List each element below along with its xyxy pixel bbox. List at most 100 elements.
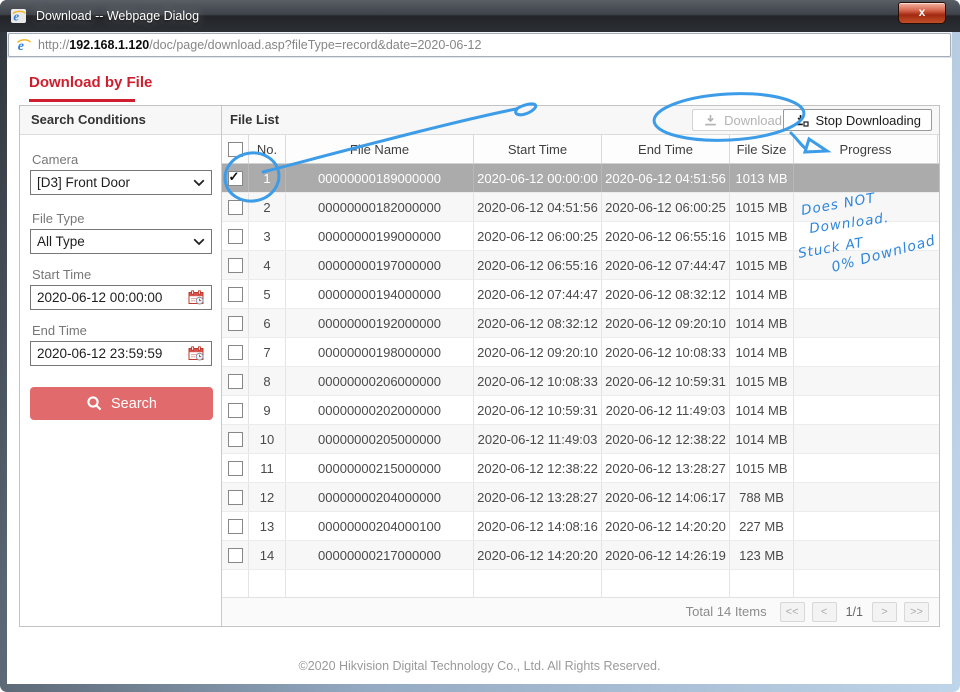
row-checkbox-cell[interactable]: [222, 280, 249, 308]
cell-file-size: 227 MB: [730, 512, 794, 540]
row-checkbox[interactable]: [228, 258, 243, 273]
empty-cell: [249, 570, 286, 597]
row-checkbox-cell[interactable]: [222, 541, 249, 569]
table-row[interactable]: 10000000002050000002020-06-12 11:49:0320…: [222, 425, 939, 454]
row-checkbox[interactable]: [228, 200, 243, 215]
row-checkbox[interactable]: [228, 519, 243, 534]
camera-select[interactable]: [D3] Front Door: [30, 170, 212, 195]
first-page-button[interactable]: <<: [780, 602, 805, 622]
row-checkbox-cell[interactable]: [222, 483, 249, 511]
select-all-cell[interactable]: [222, 135, 249, 163]
cell-start-time: 2020-06-12 14:08:16: [474, 512, 602, 540]
stop-downloading-button[interactable]: Stop Downloading: [783, 109, 932, 131]
row-checkbox[interactable]: [228, 374, 243, 389]
cell-progress: [794, 396, 938, 424]
cell-start-time: 2020-06-12 14:20:20: [474, 541, 602, 569]
row-checkbox-cell[interactable]: [222, 164, 249, 192]
row-checkbox-cell[interactable]: [222, 396, 249, 424]
cell-start-time: 2020-06-12 07:44:47: [474, 280, 602, 308]
row-checkbox[interactable]: [228, 548, 243, 563]
start-time-input[interactable]: 2020-06-12 00:00:00: [30, 285, 212, 310]
cell-progress: [794, 309, 938, 337]
url-path: /doc/page/download.asp?fileType=record&d…: [149, 38, 481, 52]
cell-progress: [794, 251, 938, 279]
table-row[interactable]: 14000000002170000002020-06-12 14:20:2020…: [222, 541, 939, 570]
table-row[interactable]: 7000000001980000002020-06-12 09:20:10202…: [222, 338, 939, 367]
start-time-label: Start Time: [32, 267, 91, 282]
file-table-body: 1000000001890000002020-06-12 00:00:00202…: [222, 164, 939, 598]
search-button[interactable]: Search: [30, 387, 213, 420]
table-row[interactable]: 11000000002150000002020-06-12 12:38:2220…: [222, 454, 939, 483]
last-page-button[interactable]: >>: [904, 602, 929, 622]
stop-downloading-icon: [794, 114, 809, 127]
cell-file-size: 1014 MB: [730, 338, 794, 366]
cell-start-time: 2020-06-12 12:38:22: [474, 454, 602, 482]
table-row[interactable]: 12000000002040000002020-06-12 13:28:2720…: [222, 483, 939, 512]
chevron-down-icon: [193, 179, 205, 187]
table-row[interactable]: 1000000001890000002020-06-12 00:00:00202…: [222, 164, 939, 193]
tab-download-by-file[interactable]: Download by File: [29, 74, 152, 91]
row-checkbox[interactable]: [228, 461, 243, 476]
row-checkbox[interactable]: [228, 229, 243, 244]
end-time-input[interactable]: 2020-06-12 23:59:59: [30, 341, 212, 366]
address-bar[interactable]: e http://192.168.1.120/doc/page/download…: [8, 33, 951, 57]
empty-cell: [286, 570, 474, 597]
search-conditions-title: Search Conditions: [31, 112, 146, 127]
select-all-checkbox[interactable]: [228, 142, 243, 157]
row-checkbox-cell[interactable]: [222, 425, 249, 453]
row-checkbox[interactable]: [228, 345, 243, 360]
row-checkbox-cell[interactable]: [222, 222, 249, 250]
row-checkbox[interactable]: [228, 432, 243, 447]
table-row[interactable]: 6000000001920000002020-06-12 08:32:12202…: [222, 309, 939, 338]
url-prefix: http://: [38, 38, 69, 52]
table-row[interactable]: 13000000002040001002020-06-12 14:08:1620…: [222, 512, 939, 541]
cell-no: 14: [249, 541, 286, 569]
calendar-icon[interactable]: [188, 290, 205, 305]
row-checkbox-cell[interactable]: [222, 309, 249, 337]
row-checkbox[interactable]: [228, 171, 243, 186]
cell-no: 6: [249, 309, 286, 337]
next-page-button[interactable]: >: [872, 602, 897, 622]
download-button-label: Download: [724, 113, 782, 128]
cell-file-size: 1015 MB: [730, 222, 794, 250]
row-checkbox-cell[interactable]: [222, 367, 249, 395]
cell-end-time: 2020-06-12 04:51:56: [602, 164, 730, 192]
window-title: Download -- Webpage Dialog: [36, 9, 199, 23]
table-row[interactable]: 8000000002060000002020-06-12 10:08:33202…: [222, 367, 939, 396]
table-row[interactable]: 4000000001970000002020-06-12 06:55:16202…: [222, 251, 939, 280]
download-button[interactable]: Download: [692, 109, 793, 131]
table-row[interactable]: 3000000001990000002020-06-12 06:00:25202…: [222, 222, 939, 251]
cell-progress: [794, 164, 938, 192]
calendar-icon[interactable]: [188, 346, 205, 361]
ie-url-icon: e: [16, 37, 32, 53]
cell-file-name: 00000000217000000: [286, 541, 474, 569]
row-checkbox-cell[interactable]: [222, 454, 249, 482]
cell-file-size: 1013 MB: [730, 164, 794, 192]
table-row[interactable]: 9000000002020000002020-06-12 10:59:31202…: [222, 396, 939, 425]
cell-no: 9: [249, 396, 286, 424]
table-row[interactable]: 5000000001940000002020-06-12 07:44:47202…: [222, 280, 939, 309]
row-checkbox[interactable]: [228, 287, 243, 302]
row-checkbox[interactable]: [228, 316, 243, 331]
cell-no: 2: [249, 193, 286, 221]
cell-end-time: 2020-06-12 06:00:25: [602, 193, 730, 221]
row-checkbox-cell[interactable]: [222, 338, 249, 366]
row-checkbox-cell[interactable]: [222, 193, 249, 221]
cell-no: 11: [249, 454, 286, 482]
file-type-select[interactable]: All Type: [30, 229, 212, 254]
row-checkbox-cell[interactable]: [222, 251, 249, 279]
row-checkbox-cell[interactable]: [222, 512, 249, 540]
row-checkbox[interactable]: [228, 490, 243, 505]
dialog-window: e Download -- Webpage Dialog x e http://…: [0, 0, 960, 692]
cell-end-time: 2020-06-12 08:32:12: [602, 280, 730, 308]
cell-file-size: 1015 MB: [730, 251, 794, 279]
cell-end-time: 2020-06-12 07:44:47: [602, 251, 730, 279]
cell-no: 10: [249, 425, 286, 453]
prev-page-button[interactable]: <: [812, 602, 837, 622]
row-checkbox[interactable]: [228, 403, 243, 418]
close-button[interactable]: x: [898, 2, 946, 24]
empty-row: [222, 570, 939, 598]
table-row[interactable]: 2000000001820000002020-06-12 04:51:56202…: [222, 193, 939, 222]
cell-file-name: 00000000204000000: [286, 483, 474, 511]
cell-file-name: 00000000197000000: [286, 251, 474, 279]
